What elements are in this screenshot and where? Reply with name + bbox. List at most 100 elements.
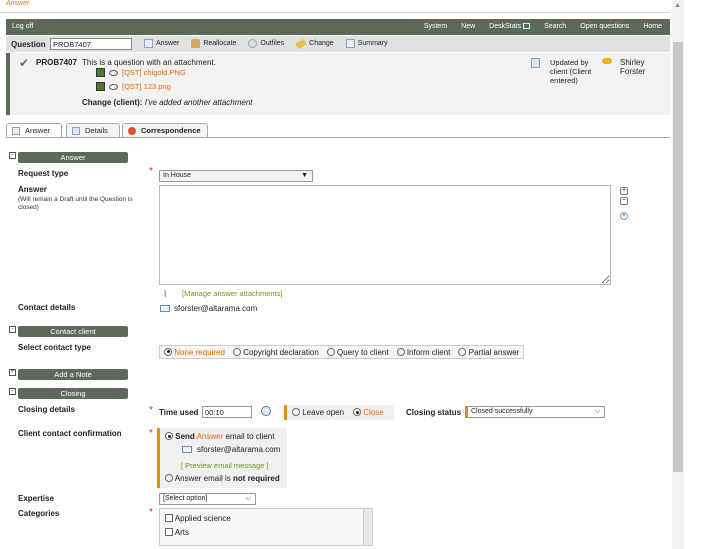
collapse-answer-toggle[interactable]: - [9, 152, 16, 159]
expertise-select[interactable]: [Select option] ⌵ [159, 493, 256, 505]
reallocate-action[interactable]: Reallocate [191, 39, 236, 48]
checkbox-icon [165, 514, 173, 522]
radio-icon [326, 347, 335, 356]
radio-icon [396, 347, 405, 356]
option-leave-open[interactable]: Leave open [292, 408, 344, 417]
chevron-down-icon: ⌵ [594, 408, 600, 415]
answer-section-header[interactable]: Answer [18, 152, 128, 163]
request-type-select[interactable]: In House ▼ [159, 170, 313, 182]
tab-divider [6, 137, 670, 138]
categories-list[interactable]: Applied science Arts [159, 508, 373, 546]
time-used-label: Time used [159, 408, 199, 417]
nav-new[interactable]: New [461, 23, 475, 30]
tab-answer[interactable]: Answer [6, 123, 62, 137]
nav-open-questions[interactable]: Open questions [580, 23, 629, 30]
attachment-link[interactable]: [QST] 123.png [122, 82, 171, 91]
nav-deskstats[interactable]: DeskStats [489, 23, 531, 30]
closing-section-header[interactable]: Closing [18, 388, 128, 399]
required-marker: * [149, 405, 153, 416]
tab-answer-label: Answer [25, 126, 51, 135]
option-copyright[interactable]: Copyright declaration [232, 347, 319, 357]
categories-scrollbar[interactable] [363, 509, 372, 545]
closing-details-label: Closing details [18, 405, 75, 414]
page-scrollbar[interactable]: ▲ [672, 0, 684, 549]
answer-action-label: Answer [156, 40, 180, 47]
option-close[interactable]: Close [353, 408, 384, 417]
view-icon[interactable] [109, 69, 118, 76]
expand-icon[interactable]: + [620, 187, 628, 195]
answer-draft-note: (Will remain a Draft until the Question … [18, 196, 133, 211]
document-icon [531, 58, 540, 68]
scroll-up-icon[interactable]: ▲ [674, 2, 681, 9]
closing-status-select[interactable]: Closed successfully ⌵ [465, 406, 605, 418]
option-inform[interactable]: Inform client [396, 347, 451, 357]
option-none-required[interactable]: None required [164, 347, 225, 357]
leave-open-label: Leave open [302, 408, 345, 417]
logoff-link[interactable]: Log off [12, 23, 33, 30]
expand-note-toggle[interactable]: + [9, 369, 16, 376]
send-word: Answer [196, 432, 224, 441]
answer-textarea[interactable] [159, 185, 611, 285]
attachment-link[interactable]: [QST] chigold.PNG [122, 68, 186, 77]
nav-home[interactable]: Home [643, 23, 662, 30]
nav-search[interactable]: Search [544, 23, 566, 30]
change-action[interactable]: Change [295, 38, 334, 49]
request-type-label: Request type [18, 169, 69, 178]
collapse-icon[interactable]: − [620, 197, 628, 205]
answer-label: Answer [18, 185, 47, 194]
category-item[interactable]: Arts [165, 528, 189, 537]
collapse-closing-toggle[interactable]: - [9, 388, 16, 395]
question-text: This is a question with an attachment. [82, 58, 216, 67]
close-label: Close [363, 408, 384, 417]
contact-client-section-header[interactable]: Contact client [18, 326, 128, 337]
option-inform-label: Inform client [406, 347, 451, 357]
change-note: Change (client): I've added another atta… [82, 98, 253, 107]
answer-tab-icon [12, 127, 20, 135]
question-id-input[interactable]: PROB7407 [50, 38, 132, 50]
option-partial[interactable]: Partial answer [458, 347, 520, 357]
alert-icon [128, 127, 136, 135]
closing-status-value: Closed successfully [471, 408, 533, 415]
calendar-icon [523, 23, 531, 29]
view-icon[interactable] [109, 83, 118, 90]
manage-attachments-link[interactable]: [Manage answer attachments] [182, 289, 282, 298]
request-type-value: In House [163, 172, 192, 179]
option-not-required[interactable]: Answer email is not required [165, 474, 280, 483]
option-send-answer[interactable]: Send Answer email to client [165, 432, 274, 441]
question-label: Question [11, 40, 46, 49]
add-note-section-header[interactable]: Add a Note [18, 369, 128, 380]
option-query[interactable]: Query to client [326, 347, 389, 357]
spellcheck-icon[interactable]: • [620, 212, 628, 220]
required-marker: * [149, 428, 153, 439]
envelope-icon [160, 305, 170, 312]
nav-system[interactable]: System [424, 23, 447, 30]
send-suffix: email to client [225, 432, 275, 441]
checkbox-icon [165, 528, 173, 536]
option-partial-label: Partial answer [468, 347, 520, 357]
edit-attachment-icon[interactable] [96, 68, 105, 77]
answer-icon [144, 39, 153, 48]
nav-deskstats-label: DeskStats [489, 23, 522, 30]
client-contact-confirmation-label: Client contact confirmation [18, 429, 122, 438]
tab-details-label: Details [85, 126, 108, 135]
required-marker: * [149, 166, 153, 177]
outfiles-action-label: Outfiles [260, 40, 285, 47]
clock-icon[interactable] [261, 406, 271, 416]
details-tab-icon [72, 127, 80, 135]
preview-email-link[interactable]: [ Preview email message ] [181, 461, 269, 470]
collapse-contact-toggle[interactable]: - [9, 326, 16, 333]
tab-details[interactable]: Details [66, 123, 120, 137]
category-item[interactable]: Applied science [165, 514, 231, 523]
edit-attachment-icon[interactable] [96, 82, 105, 91]
envelope-icon [182, 446, 192, 453]
summary-action[interactable]: Summary [345, 39, 388, 48]
radio-icon [165, 432, 173, 440]
time-used-input[interactable]: 00:10 [202, 406, 252, 418]
category-label: Applied science [174, 514, 231, 523]
scrollbar-thumb[interactable] [673, 42, 683, 472]
not-required-prefix: Answer email is [174, 474, 231, 483]
chevron-down-icon: ⌵ [245, 495, 251, 502]
outfiles-action[interactable]: Outfiles [248, 39, 284, 48]
tab-correspondence[interactable]: Correspondence [122, 123, 208, 137]
answer-action[interactable]: Answer [144, 39, 179, 48]
